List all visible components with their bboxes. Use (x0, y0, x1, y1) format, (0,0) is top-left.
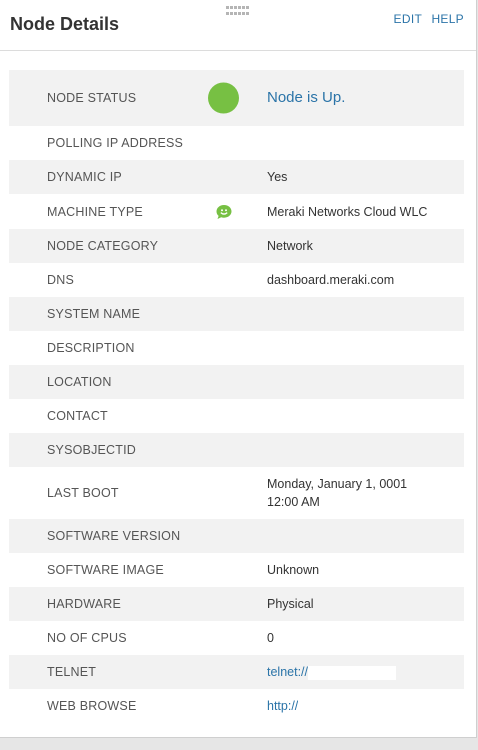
row-hardware: HARDWARE Physical (9, 587, 464, 621)
row-label: NODE CATEGORY (47, 239, 159, 253)
last-boot-time: 12:00 AM (267, 495, 320, 509)
header-links: EDIT HELP (388, 12, 464, 26)
node-details-panel: Node Details EDIT HELP NODE STATUS Node … (0, 0, 477, 738)
telnet-link-row: telnet:// (267, 663, 396, 681)
meraki-icon (215, 204, 233, 220)
row-telnet: TELNET telnet:// (9, 655, 464, 689)
row-label: TELNET (47, 665, 97, 679)
panel-header: Node Details EDIT HELP (0, 0, 476, 51)
help-link[interactable]: HELP (431, 12, 464, 26)
last-boot-date: Monday, January 1, 0001 (267, 477, 408, 491)
row-sysobjectid: SYSOBJECTID (9, 433, 464, 467)
row-label: SYSTEM NAME (47, 307, 141, 321)
row-system-name: SYSTEM NAME (9, 297, 464, 331)
edit-link[interactable]: EDIT (394, 12, 423, 26)
row-label: SOFTWARE IMAGE (47, 563, 164, 577)
row-label: SOFTWARE VERSION (47, 529, 181, 543)
row-label: DYNAMIC IP (47, 170, 122, 184)
row-label: SYSOBJECTID (47, 443, 137, 457)
last-boot-value: Monday, January 1, 0001 12:00 AM (267, 475, 407, 511)
row-value: Yes (267, 170, 288, 184)
row-value: Unknown (267, 563, 320, 577)
web-browse-link[interactable]: http:// (267, 699, 298, 713)
row-label: NODE STATUS (47, 91, 137, 105)
row-label: MACHINE TYPE (47, 204, 143, 219)
row-label: POLLING IP ADDRESS (47, 136, 184, 150)
row-software-image: SOFTWARE IMAGE Unknown (9, 553, 464, 587)
row-value: Meraki Networks Cloud WLC (267, 204, 428, 219)
redacted-address (308, 665, 396, 680)
row-node-category: NODE CATEGORY Network (9, 229, 464, 263)
row-label: WEB BROWSE (47, 699, 137, 713)
row-label: HARDWARE (47, 597, 122, 611)
row-label: LOCATION (47, 375, 112, 389)
row-node-status: NODE STATUS Node is Up. (9, 70, 464, 126)
panel-title: Node Details (10, 14, 120, 34)
row-web-browse: WEB BROWSE http:// (9, 689, 464, 723)
row-value: Physical (267, 597, 314, 611)
row-label: DESCRIPTION (47, 341, 135, 355)
details-table: NODE STATUS Node is Up. POLLING IP ADDRE… (9, 70, 464, 723)
telnet-link[interactable]: telnet:// (267, 665, 308, 679)
row-dns: DNS dashboard.meraki.com (9, 263, 464, 297)
row-dynamic-ip: DYNAMIC IP Yes (9, 160, 464, 194)
row-machine-type: MACHINE TYPE Meraki Networks Cloud WLC (9, 194, 464, 229)
web-browse-link-row: http:// (267, 697, 387, 715)
row-value: Network (267, 239, 313, 253)
drag-handle-icon[interactable] (226, 6, 250, 16)
row-value: 0 (267, 631, 274, 645)
row-description: DESCRIPTION (9, 331, 464, 365)
row-cpus: NO OF CPUS 0 (9, 621, 464, 655)
row-location: LOCATION (9, 365, 464, 399)
row-last-boot: LAST BOOT Monday, January 1, 0001 12:00 … (9, 467, 464, 519)
row-label: NO OF CPUS (47, 631, 127, 645)
row-software-version: SOFTWARE VERSION (9, 519, 464, 553)
row-contact: CONTACT (9, 399, 464, 433)
node-status-value[interactable]: Node is Up. (267, 89, 345, 107)
row-polling-ip: POLLING IP ADDRESS (9, 126, 464, 160)
row-label: CONTACT (47, 409, 108, 423)
status-up-icon (208, 82, 239, 114)
row-label: DNS (47, 273, 74, 287)
redacted-address (298, 699, 387, 714)
row-label: LAST BOOT (47, 486, 119, 500)
row-value: dashboard.meraki.com (267, 273, 395, 287)
